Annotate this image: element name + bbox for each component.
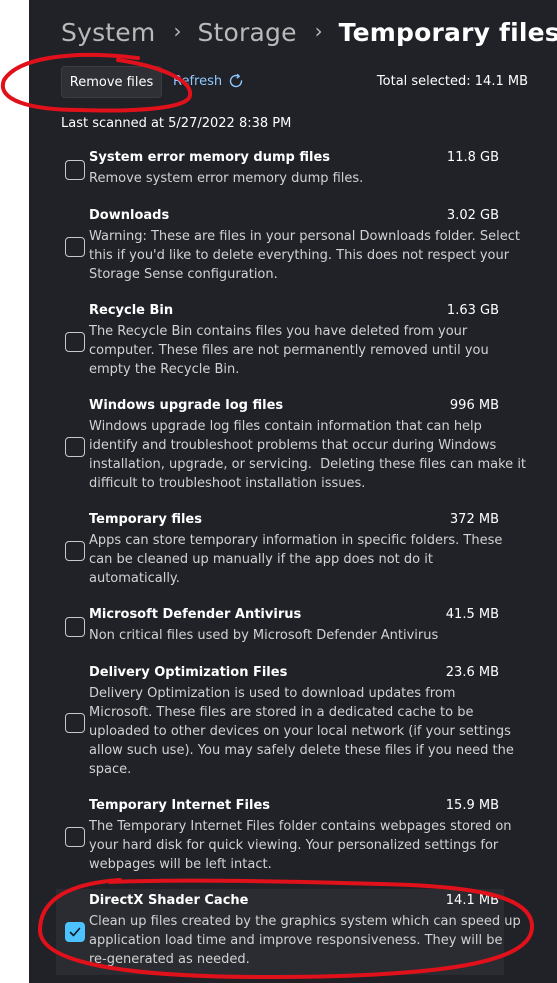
item-size: 23.6 MB [445,665,499,680]
item-description: The Recycle Bin contains files you have … [89,322,501,379]
description-line: identify and troubleshoot problems that … [89,438,497,453]
description-line: Clean up files created by the graphics s… [89,914,521,929]
settings-window: System › Storage › Temporary files Remov… [29,0,557,983]
description-line: Remove system error memory dump files. [89,171,364,186]
total-selected: Total selected: 14.1 MB [376,74,528,89]
description-line: application load time and improve respon… [89,933,503,948]
breadcrumb: System › Storage › Temporary files [61,10,557,54]
description-line: Apps can store temporary information in … [89,533,503,548]
chevron-right-icon: › [314,19,323,43]
item-size: 1.63 GB [446,303,499,318]
list-item[interactable]: Temporary files 372 MB Apps can store temp… [56,508,504,594]
description-line: Windows upgrade log files contain inform… [89,419,482,434]
description-line: can be cleaned up manually if the app do… [89,552,433,567]
item-size: 372 MB [449,512,499,527]
chevron-right-icon: › [173,19,182,43]
description-line: this if you'd like to delete everything.… [89,248,510,263]
refresh-label: Refresh [173,73,223,89]
item-description: Warning: These are files in your persona… [89,227,520,284]
last-scanned: Last scanned at 5/27/2022 8:38 PM [61,116,292,131]
description-line: automatically. [89,571,180,586]
page-title: Temporary files [338,17,557,47]
item-size: 41.5 MB [445,607,499,622]
toolbar: Remove files Refresh Total selected: 14.… [61,66,528,98]
description-line: Non critical files used by Microsoft Def… [89,628,439,643]
item-title: System error memory dump files [89,150,331,165]
list-item[interactable]: Temporary Internet Files 15.9 MB The Tempo… [56,794,512,880]
item-title: Temporary Internet Files [89,798,271,813]
item-checkbox[interactable] [65,541,85,561]
item-checkbox[interactable] [65,713,85,733]
item-size: 15.9 MB [445,798,499,813]
item-size: 996 MB [449,398,499,413]
item-description: Clean up files created by the graphics s… [89,912,521,969]
item-checkbox[interactable] [65,437,85,457]
item-checkbox[interactable] [65,332,85,352]
description-line: The Temporary Internet Files folder cont… [89,819,512,834]
item-description: Windows upgrade log files contain inform… [89,417,527,493]
item-checkbox[interactable] [65,617,85,637]
list-item[interactable]: Microsoft Defender Antivirus 41.5 MB Non c… [56,603,504,651]
description-line: your hard disk for quick viewing. Your p… [89,838,499,853]
description-line: space. [89,762,132,777]
item-title: Temporary files [89,512,202,527]
item-description: Delivery Optimization is used to downloa… [89,684,514,779]
item-description: Non critical files used by Microsoft Def… [89,626,501,645]
list-item[interactable]: Downloads 3.02 GB Warning: These are files… [56,204,520,290]
description-line: Warning: These are files in your persona… [89,229,520,244]
checkmark-icon [69,927,81,937]
breadcrumb-system[interactable]: System [61,18,155,47]
breadcrumb-storage[interactable]: Storage [197,18,296,47]
description-line: installation, upgrade, or servicing. Del… [89,457,527,472]
item-size: 3.02 GB [446,208,499,223]
refresh-icon [229,73,243,88]
description-line: Microsoft. These files are stored in a d… [89,705,474,720]
item-checkbox[interactable] [65,922,85,942]
item-title: DirectX Shader Cache [89,893,249,908]
description-line: The Recycle Bin contains files you have … [89,324,468,339]
item-title: Delivery Optimization Files [89,665,288,680]
description-line: re-generated as needed. [89,952,250,967]
item-title: Microsoft Defender Antivirus [89,607,302,622]
list-item[interactable]: Recycle Bin 1.63 GB The Recycle Bin contai… [56,299,504,385]
item-description: Apps can store temporary information in … [89,531,503,588]
item-description: The Temporary Internet Files folder cont… [89,817,512,874]
list-item[interactable]: Delivery Optimization Files 23.6 MB Delive… [56,661,514,785]
description-line: computer. These files are not permanentl… [89,343,489,358]
item-checkbox[interactable] [65,827,85,847]
list-item[interactable]: System error memory dump files 11.8 GB Rem… [56,146,504,194]
description-line: empty the Recycle Bin. [89,362,240,377]
item-title: Downloads [89,208,170,223]
item-size: 14.1 MB [445,893,499,908]
description-line: uploaded to other devices on your local … [89,724,511,739]
description-line: allow such use). You may safely delete t… [89,743,514,758]
item-size: 11.8 GB [446,150,499,165]
item-description: Remove system error memory dump files. [89,169,501,188]
description-line: difficult to troubleshoot installation i… [89,476,366,491]
refresh-button[interactable]: Refresh [173,73,244,89]
item-title: Windows upgrade log files [89,398,284,413]
list-item[interactable]: DirectX Shader Cache 14.1 MB Clean up file… [56,889,521,975]
remove-files-button[interactable]: Remove files [61,66,162,98]
description-line: Storage Sense configuration. [89,267,278,282]
description-line: Delivery Optimization is used to downloa… [89,686,456,701]
description-line: webpages will be left intact. [89,857,272,872]
item-checkbox[interactable] [65,237,85,257]
list-item[interactable]: Windows upgrade log files 996 MB Windows u… [56,394,527,499]
item-title: Recycle Bin [89,303,174,318]
item-checkbox[interactable] [65,160,85,180]
